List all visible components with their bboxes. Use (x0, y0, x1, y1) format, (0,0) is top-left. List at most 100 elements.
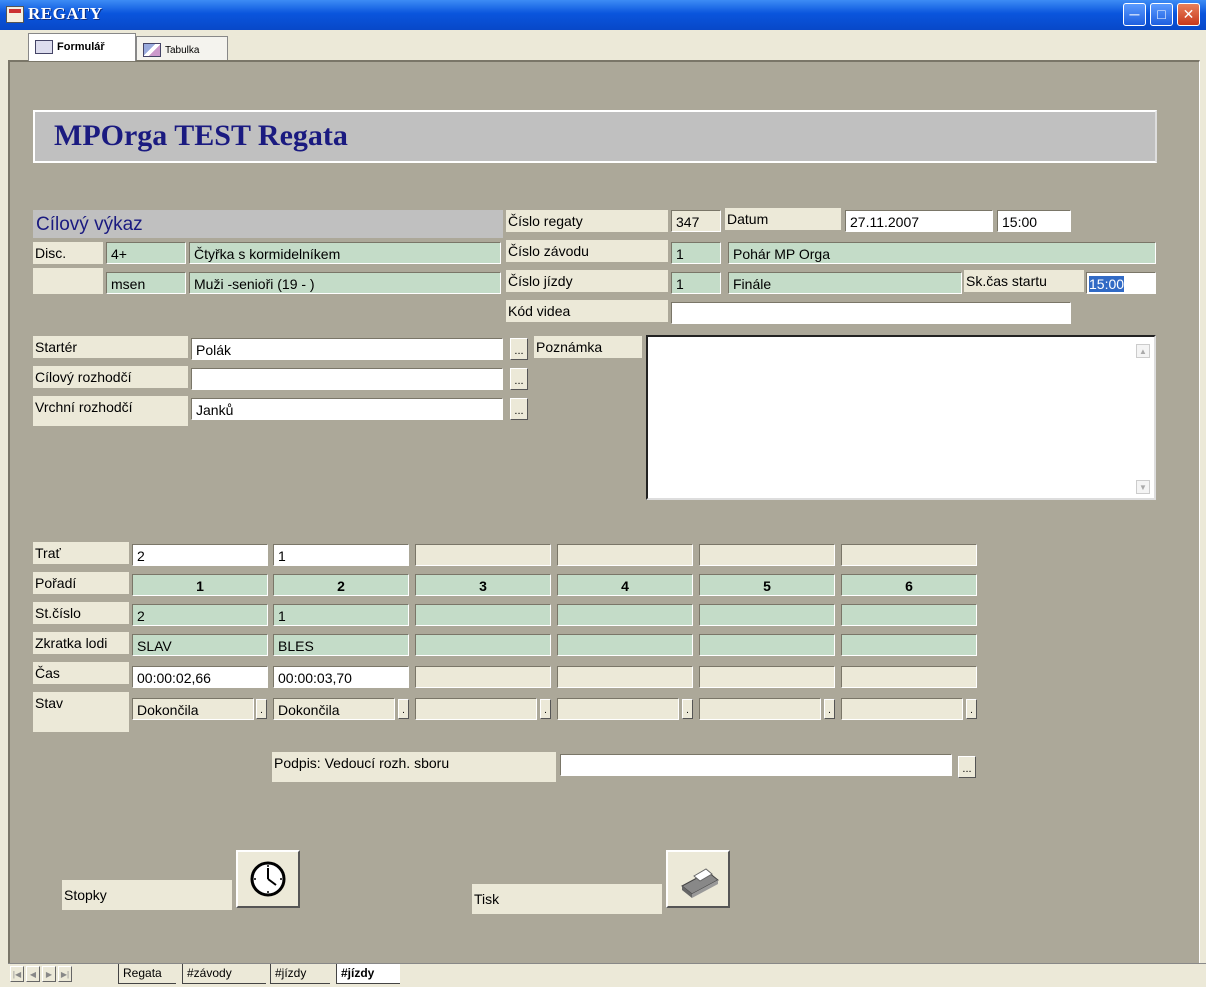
signature-field[interactable] (560, 754, 952, 776)
stcislo-cell[interactable] (557, 604, 693, 626)
disc-name-field[interactable]: Čtyřka s kormidelníkem (189, 242, 501, 264)
starter-field[interactable]: Polák (191, 338, 503, 360)
trat-label: Trať (33, 542, 129, 564)
cas-field[interactable]: 15:00 (997, 210, 1071, 232)
zkratka-cell[interactable]: BLES (273, 634, 409, 656)
poradi-cell: 2 (273, 574, 409, 596)
scroll-down-arrow[interactable]: ▼ (1136, 480, 1150, 494)
stav-cell[interactable] (415, 698, 537, 720)
stav-dropdown-button[interactable]: . (682, 699, 693, 719)
tab-formular[interactable]: Formulář (28, 33, 136, 61)
cilovy-lookup-button[interactable]: ... (510, 368, 528, 390)
sheet-tab-zavody[interactable]: #závody (182, 964, 266, 984)
poradi-label: Pořadí (33, 572, 129, 594)
stcislo-label: St.číslo (33, 602, 129, 624)
stcislo-cell[interactable]: 1 (273, 604, 409, 626)
maximize-button[interactable]: □ (1150, 3, 1173, 26)
stav-dropdown-button[interactable]: . (540, 699, 551, 719)
first-record-icon[interactable]: |◀ (10, 966, 24, 982)
category-name-field[interactable]: Muži -senioři (19 - ) (189, 272, 501, 294)
maximize-icon: □ (1157, 6, 1166, 22)
trat-cell[interactable] (841, 544, 977, 566)
cislo-regaty-label: Číslo regaty (506, 210, 668, 232)
stcislo-cell[interactable] (415, 604, 551, 626)
app-icon (6, 6, 24, 23)
cas-cell[interactable] (415, 666, 551, 688)
minimize-icon: ─ (1129, 6, 1140, 22)
printer-icon (681, 868, 719, 898)
cislo-zavodu-label: Číslo závodu (506, 240, 668, 262)
nazev-jizdy-field[interactable]: Finále (728, 272, 962, 294)
stcislo-cell[interactable] (841, 604, 977, 626)
zkratka-label: Zkratka lodi (33, 632, 129, 654)
stcislo-cell[interactable]: 2 (132, 604, 268, 626)
stav-dropdown-button[interactable]: . (256, 699, 267, 719)
poznamka-memo[interactable] (646, 335, 1156, 500)
cas-cell[interactable] (699, 666, 835, 688)
close-icon: ✕ (1182, 6, 1195, 22)
stopky-button[interactable] (236, 850, 300, 908)
tab-tabulka[interactable]: Tabulka (136, 36, 228, 60)
sheet-tab-jizdy-active[interactable]: #jízdy (336, 964, 400, 984)
zkratka-cell[interactable] (557, 634, 693, 656)
disc-code-field[interactable]: 4+ (106, 242, 186, 264)
trat-cell[interactable]: 1 (273, 544, 409, 566)
stav-label: Stav (33, 692, 129, 732)
title-bar[interactable] (0, 0, 1206, 30)
category-code-field[interactable]: msen (106, 272, 186, 294)
trat-cell[interactable] (415, 544, 551, 566)
trat-cell[interactable] (557, 544, 693, 566)
stav-cell[interactable] (841, 698, 963, 720)
stav-dropdown-button[interactable]: . (398, 699, 409, 719)
cislo-jizdy-field[interactable]: 1 (671, 272, 721, 294)
sheet-tab-jizdy[interactable]: #jízdy (270, 964, 330, 984)
scroll-up-arrow[interactable]: ▲ (1136, 344, 1150, 358)
starter-lookup-button[interactable]: ... (510, 338, 528, 360)
poradi-cell: 6 (841, 574, 977, 596)
poradi-cell: 5 (699, 574, 835, 596)
cas-cell[interactable] (841, 666, 977, 688)
stav-cell[interactable]: Dokončila (132, 698, 254, 720)
stav-dropdown-button[interactable]: . (966, 699, 977, 719)
cas-cell[interactable]: 00:00:03,70 (273, 666, 409, 688)
kod-videa-field[interactable] (671, 302, 1071, 324)
cas-cell[interactable] (557, 666, 693, 688)
stav-cell[interactable] (699, 698, 821, 720)
tisk-button[interactable] (666, 850, 730, 908)
cilovy-field[interactable] (191, 368, 503, 390)
stav-dropdown-button[interactable]: . (824, 699, 835, 719)
zkratka-cell[interactable]: SLAV (132, 634, 268, 656)
nazev-zavodu-field[interactable]: Pohár MP Orga (728, 242, 1156, 264)
zkratka-cell[interactable] (415, 634, 551, 656)
trat-cell[interactable]: 2 (132, 544, 268, 566)
datum-field[interactable]: 27.11.2007 (845, 210, 993, 232)
form-area (8, 60, 1200, 963)
poradi-cell: 3 (415, 574, 551, 596)
cislo-regaty-field: 347 (671, 210, 721, 232)
poradi-cell: 1 (132, 574, 268, 596)
stav-cell[interactable] (557, 698, 679, 720)
next-record-icon[interactable]: ▶ (42, 966, 56, 982)
form-icon (35, 40, 53, 54)
datum-label: Datum (725, 208, 841, 230)
prev-record-icon[interactable]: ◀ (26, 966, 40, 982)
stcislo-cell[interactable] (699, 604, 835, 626)
vrchni-field[interactable]: Janků (191, 398, 503, 420)
minimize-button[interactable]: ─ (1123, 3, 1146, 26)
signature-lookup-button[interactable]: ... (958, 756, 976, 778)
trat-cell[interactable] (699, 544, 835, 566)
skcas-field[interactable]: 15:00 (1086, 272, 1156, 294)
zkratka-cell[interactable] (699, 634, 835, 656)
last-record-icon[interactable]: ▶| (58, 966, 72, 982)
zkratka-cell[interactable] (841, 634, 977, 656)
cas-cell[interactable]: 00:00:02,66 (132, 666, 268, 688)
close-button[interactable]: ✕ (1177, 3, 1200, 26)
vrchni-lookup-button[interactable]: ... (510, 398, 528, 420)
stav-cell[interactable]: Dokončila (273, 698, 395, 720)
cislo-zavodu-field[interactable]: 1 (671, 242, 721, 264)
disc-label-filler (33, 268, 103, 294)
vrchni-label: Vrchní rozhodčí (33, 396, 188, 426)
sheet-tab-regata[interactable]: Regata (118, 964, 176, 984)
stopky-label: Stopky (62, 880, 232, 910)
table-icon (143, 43, 161, 57)
